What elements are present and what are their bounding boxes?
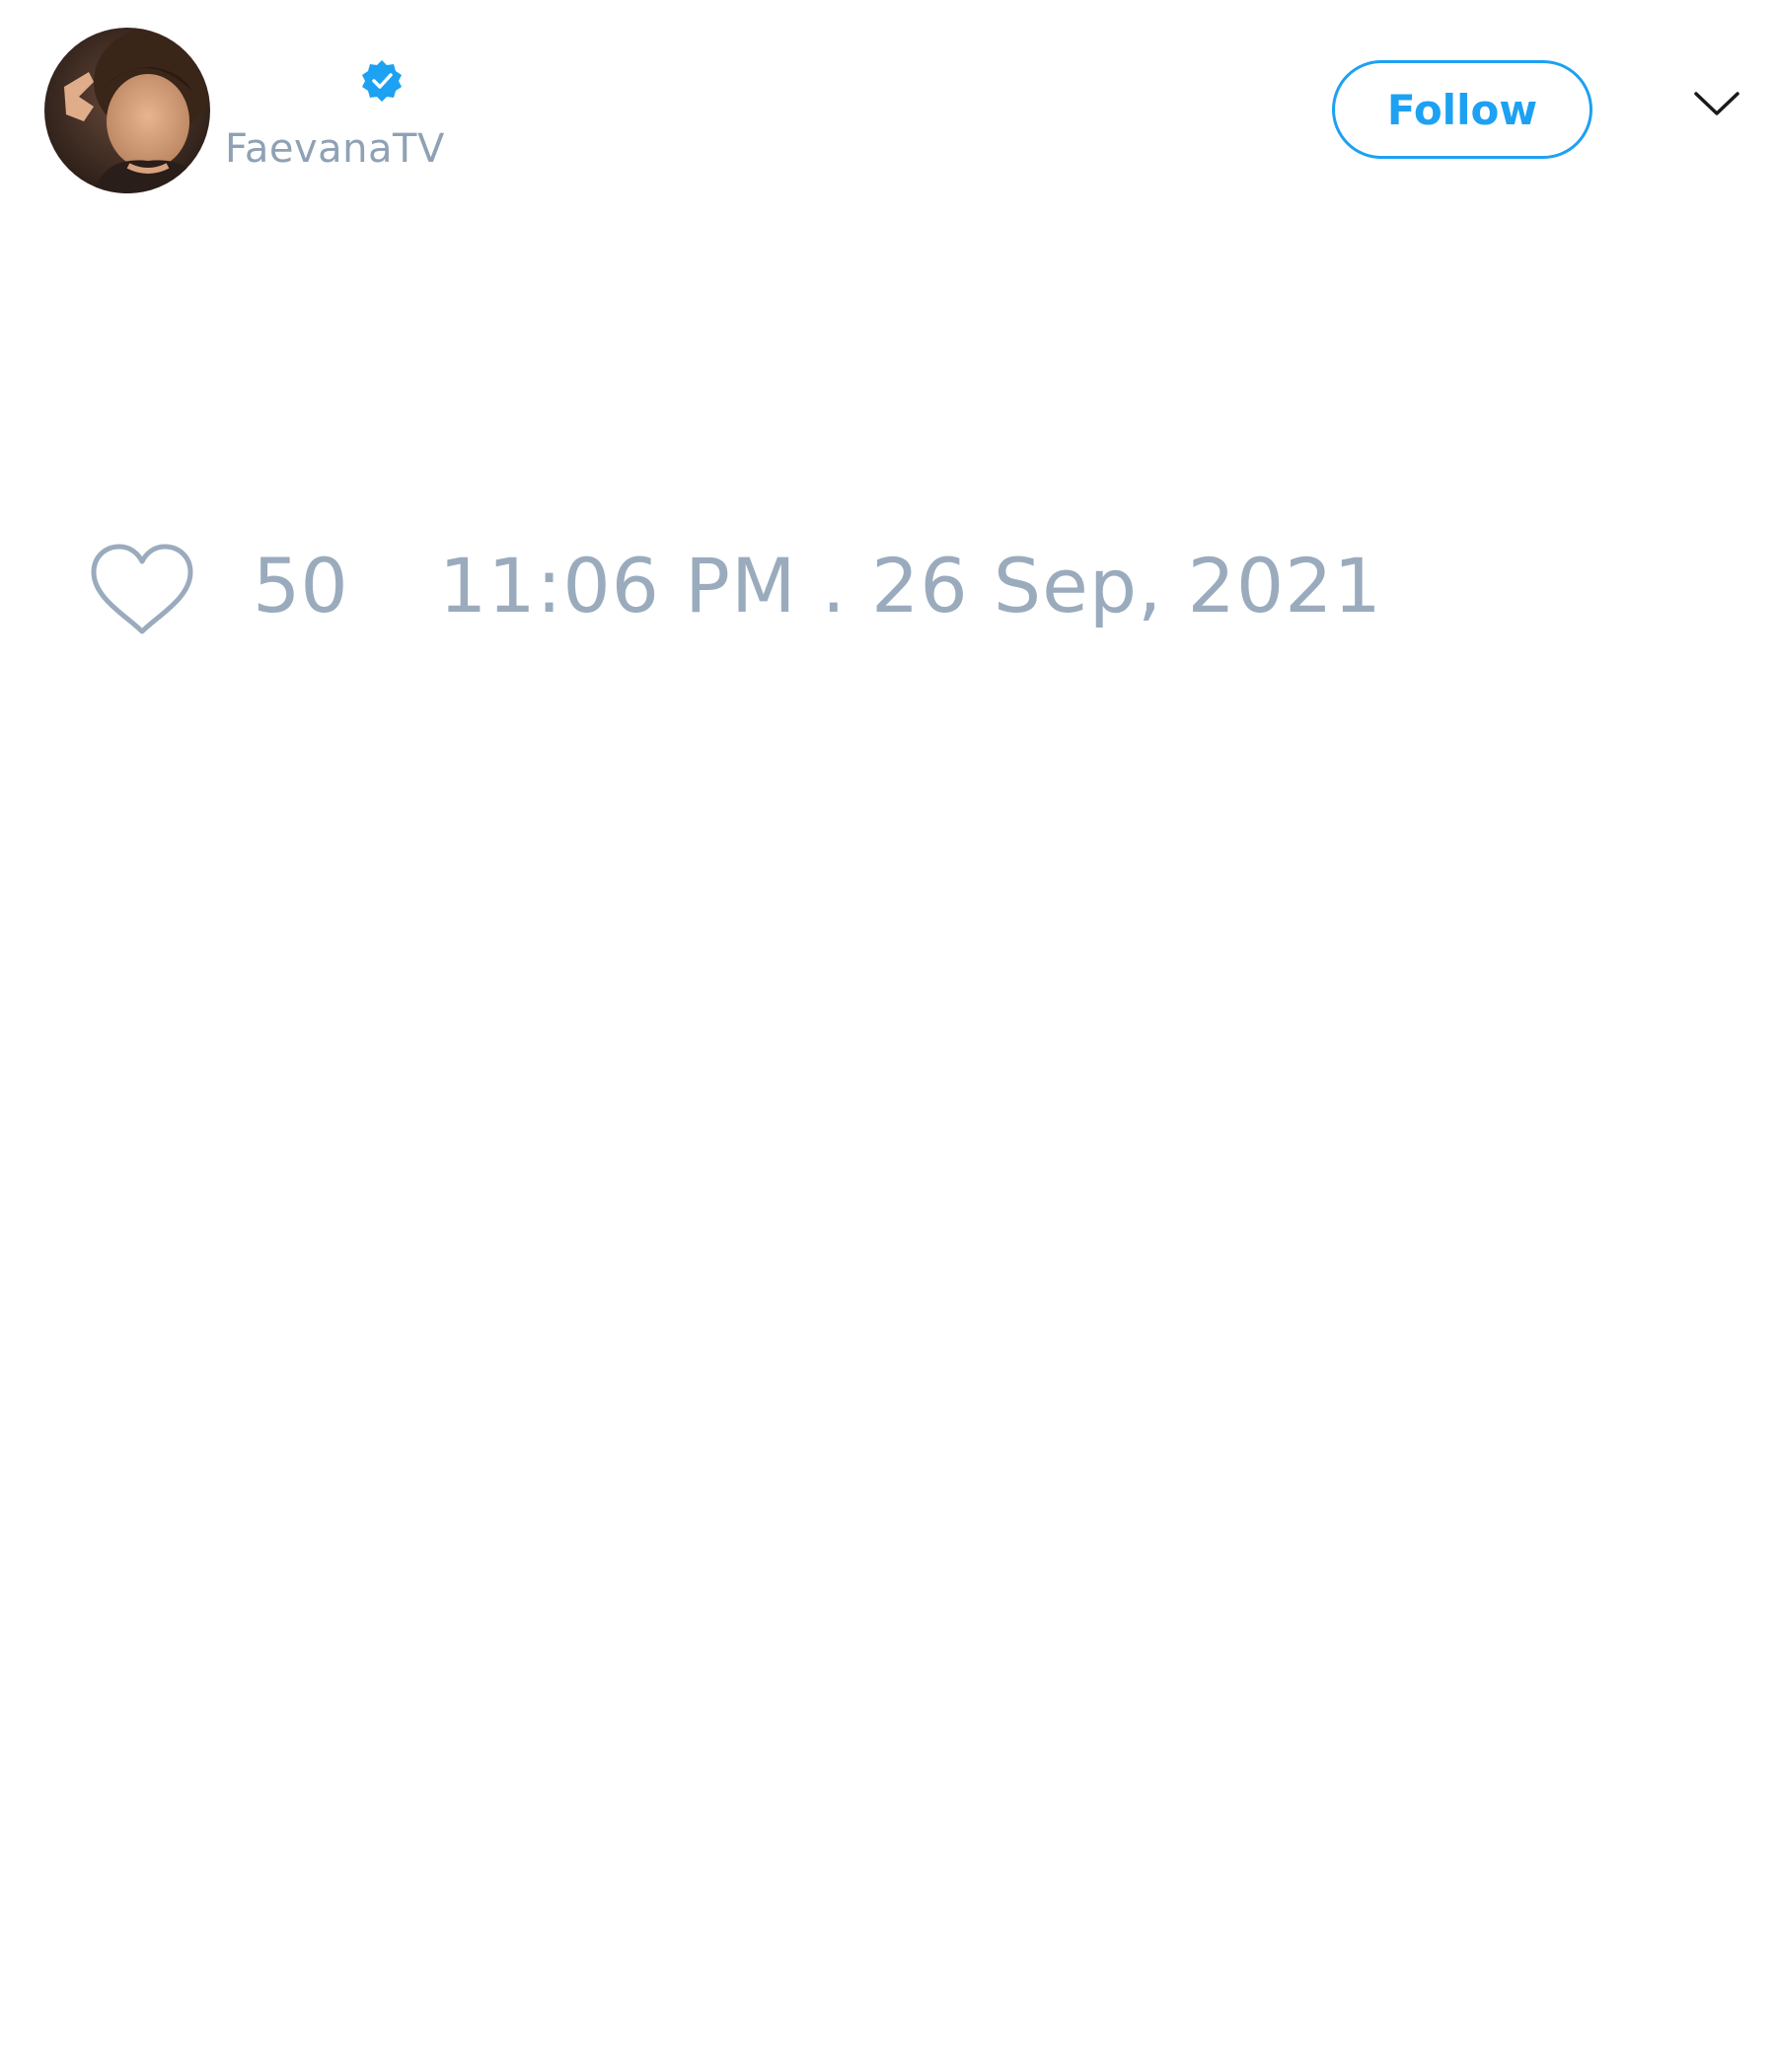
avatar[interactable] xyxy=(44,28,210,193)
tweet-header: FaevanaTV Follow xyxy=(0,0,1776,227)
user-handle[interactable]: FaevanaTV xyxy=(225,126,445,172)
heart-icon[interactable] xyxy=(89,543,195,636)
avatar-photo xyxy=(44,28,210,193)
tweet-actions: 50 11:06 PM . 26 Sep, 2021 xyxy=(0,533,1776,641)
follow-button[interactable]: Follow xyxy=(1332,60,1592,159)
like-count: 50 xyxy=(253,542,348,629)
verified-badge-icon xyxy=(362,60,402,102)
chevron-down-icon[interactable] xyxy=(1692,89,1741,118)
tweet-timestamp[interactable]: 11:06 PM . 26 Sep, 2021 xyxy=(439,549,1382,624)
